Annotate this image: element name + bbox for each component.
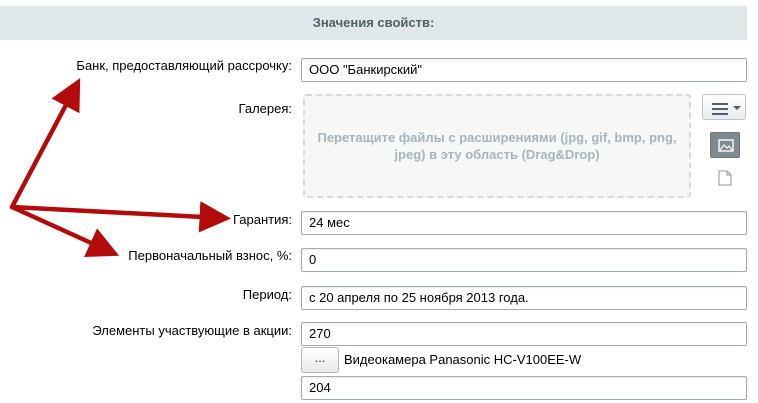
annotation-arrows [9, 78, 231, 258]
annotation-arrow-down-payment [9, 204, 120, 258]
annotation-arrow-warranty [9, 201, 231, 233]
annotation-arrow-bank [9, 78, 81, 210]
